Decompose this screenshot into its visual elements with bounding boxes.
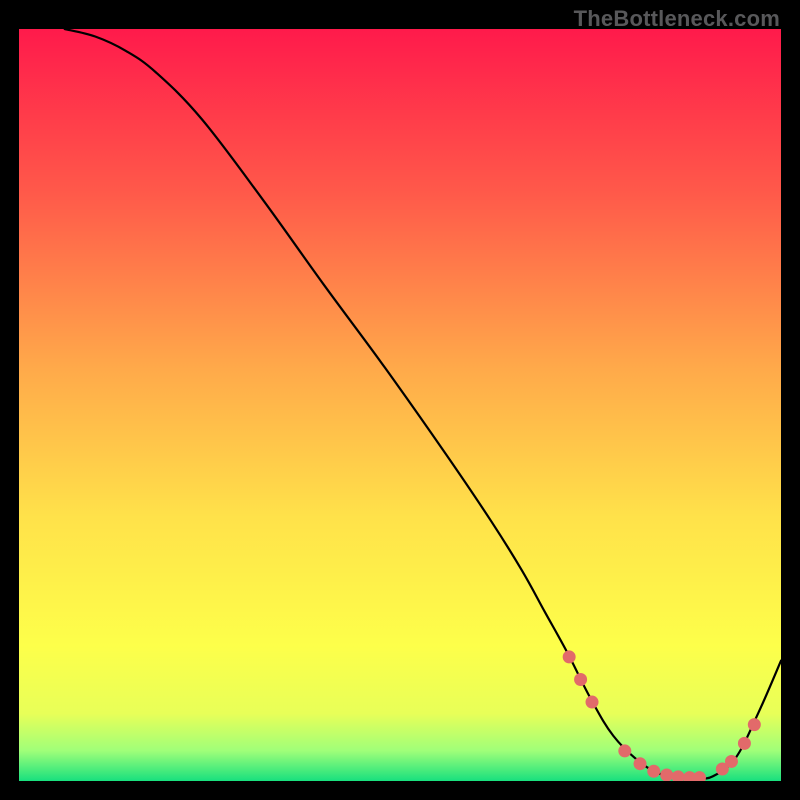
highlight-dot [618,744,631,757]
highlight-dot [586,696,599,709]
highlight-dot [748,718,761,731]
highlight-dot [647,765,660,778]
highlight-dot [738,737,751,750]
highlight-dot [660,768,673,781]
highlight-dot [725,755,738,768]
gradient-background [19,29,781,781]
highlight-dot [574,673,587,686]
chart-frame [19,29,781,781]
highlight-dot [634,757,647,770]
bottleneck-chart [19,29,781,781]
highlight-dot [563,650,576,663]
